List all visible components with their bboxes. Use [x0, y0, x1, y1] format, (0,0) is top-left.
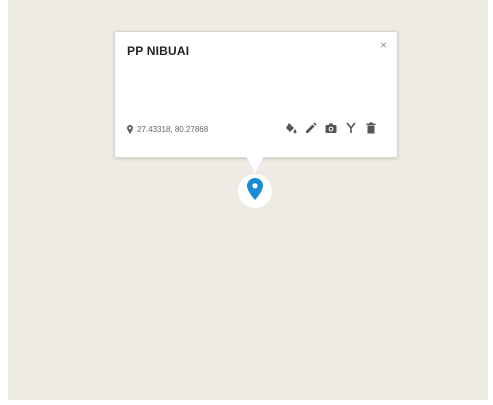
- coordinates-text: 27.43318, 80.27868: [137, 125, 209, 134]
- popup-toolbar: [285, 122, 377, 134]
- pencil-icon[interactable]: [305, 122, 317, 134]
- fork-icon[interactable]: [345, 122, 357, 134]
- paint-bucket-icon[interactable]: [285, 122, 297, 134]
- close-button[interactable]: ×: [380, 38, 387, 52]
- popup-pointer: [246, 156, 264, 174]
- coordinates: 27.43318, 80.27868: [127, 125, 208, 134]
- trash-icon[interactable]: [365, 122, 377, 134]
- popup-title: PP NIBUAI: [127, 44, 190, 58]
- location-popup: PP NIBUAI × 27.43318, 80.27868: [114, 31, 398, 158]
- camera-icon[interactable]: [325, 122, 337, 134]
- map-marker[interactable]: [238, 174, 272, 208]
- map-pin-icon: [247, 177, 263, 205]
- location-pin-icon: [127, 125, 133, 134]
